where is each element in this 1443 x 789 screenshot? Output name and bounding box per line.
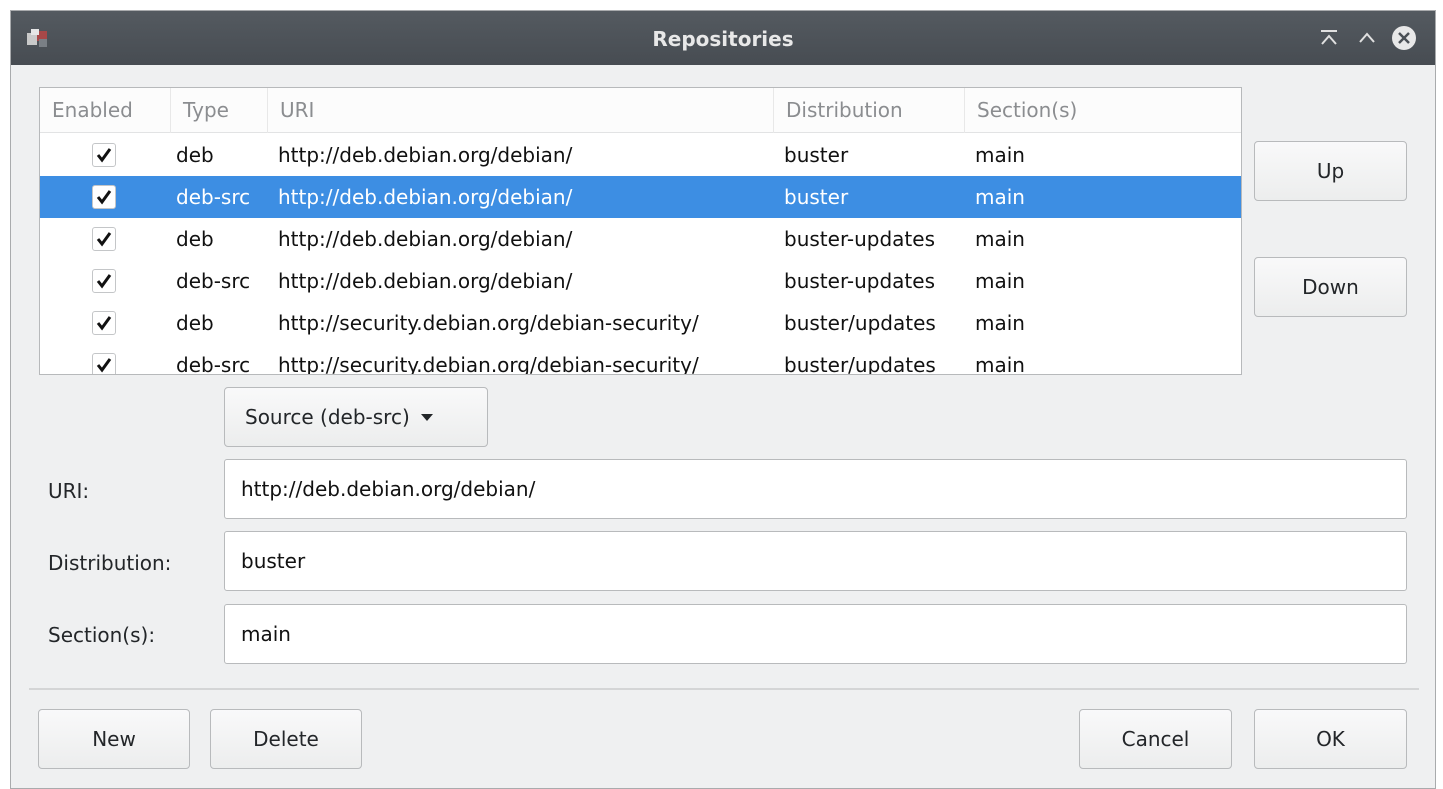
enabled-checkbox[interactable]	[92, 311, 116, 335]
column-header-uri[interactable]: URI	[268, 88, 774, 133]
type-dropdown-value: Source (deb-src)	[245, 405, 410, 429]
repositories-table[interactable]: Enabled Type URI Distribution Section(s)…	[39, 87, 1242, 375]
delete-button[interactable]: Delete	[210, 709, 362, 769]
maximize-icon[interactable]	[1354, 25, 1380, 51]
cell-uri: http://deb.debian.org/debian/	[278, 143, 573, 167]
enabled-checkbox[interactable]	[92, 143, 116, 167]
cell-sections: main	[975, 353, 1025, 375]
cell-sections: main	[975, 227, 1025, 251]
cell-sections: main	[975, 269, 1025, 293]
table-header: Enabled Type URI Distribution Section(s)	[40, 88, 1241, 133]
enabled-checkbox[interactable]	[92, 185, 116, 209]
cell-uri: http://security.debian.org/debian-securi…	[278, 311, 699, 335]
column-header-sections[interactable]: Section(s)	[965, 88, 1241, 133]
cell-type: deb	[176, 311, 214, 335]
cancel-button[interactable]: Cancel	[1079, 709, 1232, 769]
cell-uri: http://deb.debian.org/debian/	[278, 269, 573, 293]
table-row[interactable]: deb http://deb.debian.org/debian/ buster…	[40, 134, 1241, 176]
new-button[interactable]: New	[38, 709, 190, 769]
cell-distribution: buster	[784, 185, 849, 209]
table-row[interactable]: deb http://security.debian.org/debian-se…	[40, 302, 1241, 344]
table-row-selected[interactable]: deb-src http://deb.debian.org/debian/ bu…	[40, 176, 1241, 218]
table-row[interactable]: deb http://deb.debian.org/debian/ buster…	[40, 218, 1241, 260]
uri-field[interactable]: http://deb.debian.org/debian/	[224, 459, 1407, 519]
close-icon[interactable]	[1391, 25, 1417, 51]
sections-field[interactable]: main	[224, 604, 1407, 664]
cell-uri: http://deb.debian.org/debian/	[278, 185, 573, 209]
ok-button[interactable]: OK	[1254, 709, 1407, 769]
cell-distribution: buster	[784, 143, 849, 167]
cell-distribution: buster-updates	[784, 269, 935, 293]
up-button[interactable]: Up	[1254, 141, 1407, 201]
enabled-checkbox[interactable]	[92, 353, 116, 374]
distribution-label: Distribution:	[48, 551, 172, 575]
enabled-checkbox[interactable]	[92, 227, 116, 251]
enabled-checkbox[interactable]	[92, 269, 116, 293]
column-header-enabled[interactable]: Enabled	[40, 88, 171, 133]
uri-label: URI:	[48, 479, 90, 503]
cell-distribution: buster/updates	[784, 311, 936, 335]
cell-distribution: buster/updates	[784, 353, 936, 375]
window-title: Repositories	[652, 27, 794, 51]
cell-type: deb	[176, 227, 214, 251]
cell-sections: main	[975, 143, 1025, 167]
cell-uri: http://deb.debian.org/debian/	[278, 227, 573, 251]
keep-above-icon[interactable]	[1316, 25, 1342, 51]
table-row[interactable]: deb-src http://security.debian.org/debia…	[40, 344, 1241, 375]
cell-type: deb-src	[176, 269, 251, 293]
column-header-distribution[interactable]: Distribution	[774, 88, 965, 133]
cell-uri: http://security.debian.org/debian-securi…	[278, 353, 699, 375]
cell-type: deb-src	[176, 185, 251, 209]
cell-sections: main	[975, 311, 1025, 335]
cell-type: deb	[176, 143, 214, 167]
title-bar[interactable]: Repositories	[11, 11, 1435, 65]
sections-label: Section(s):	[48, 623, 156, 647]
down-button[interactable]: Down	[1254, 257, 1407, 317]
table-row[interactable]: deb-src http://deb.debian.org/debian/ bu…	[40, 260, 1241, 302]
column-header-type[interactable]: Type	[171, 88, 268, 133]
caret-down-icon	[420, 412, 434, 422]
cell-distribution: buster-updates	[784, 227, 935, 251]
distribution-field[interactable]: buster	[224, 531, 1407, 591]
cell-type: deb-src	[176, 353, 251, 375]
type-dropdown[interactable]: Source (deb-src)	[224, 387, 488, 447]
repositories-dialog: Repositories Enabled Type URI Distributi…	[10, 10, 1436, 789]
divider	[29, 688, 1419, 690]
cell-sections: main	[975, 185, 1025, 209]
